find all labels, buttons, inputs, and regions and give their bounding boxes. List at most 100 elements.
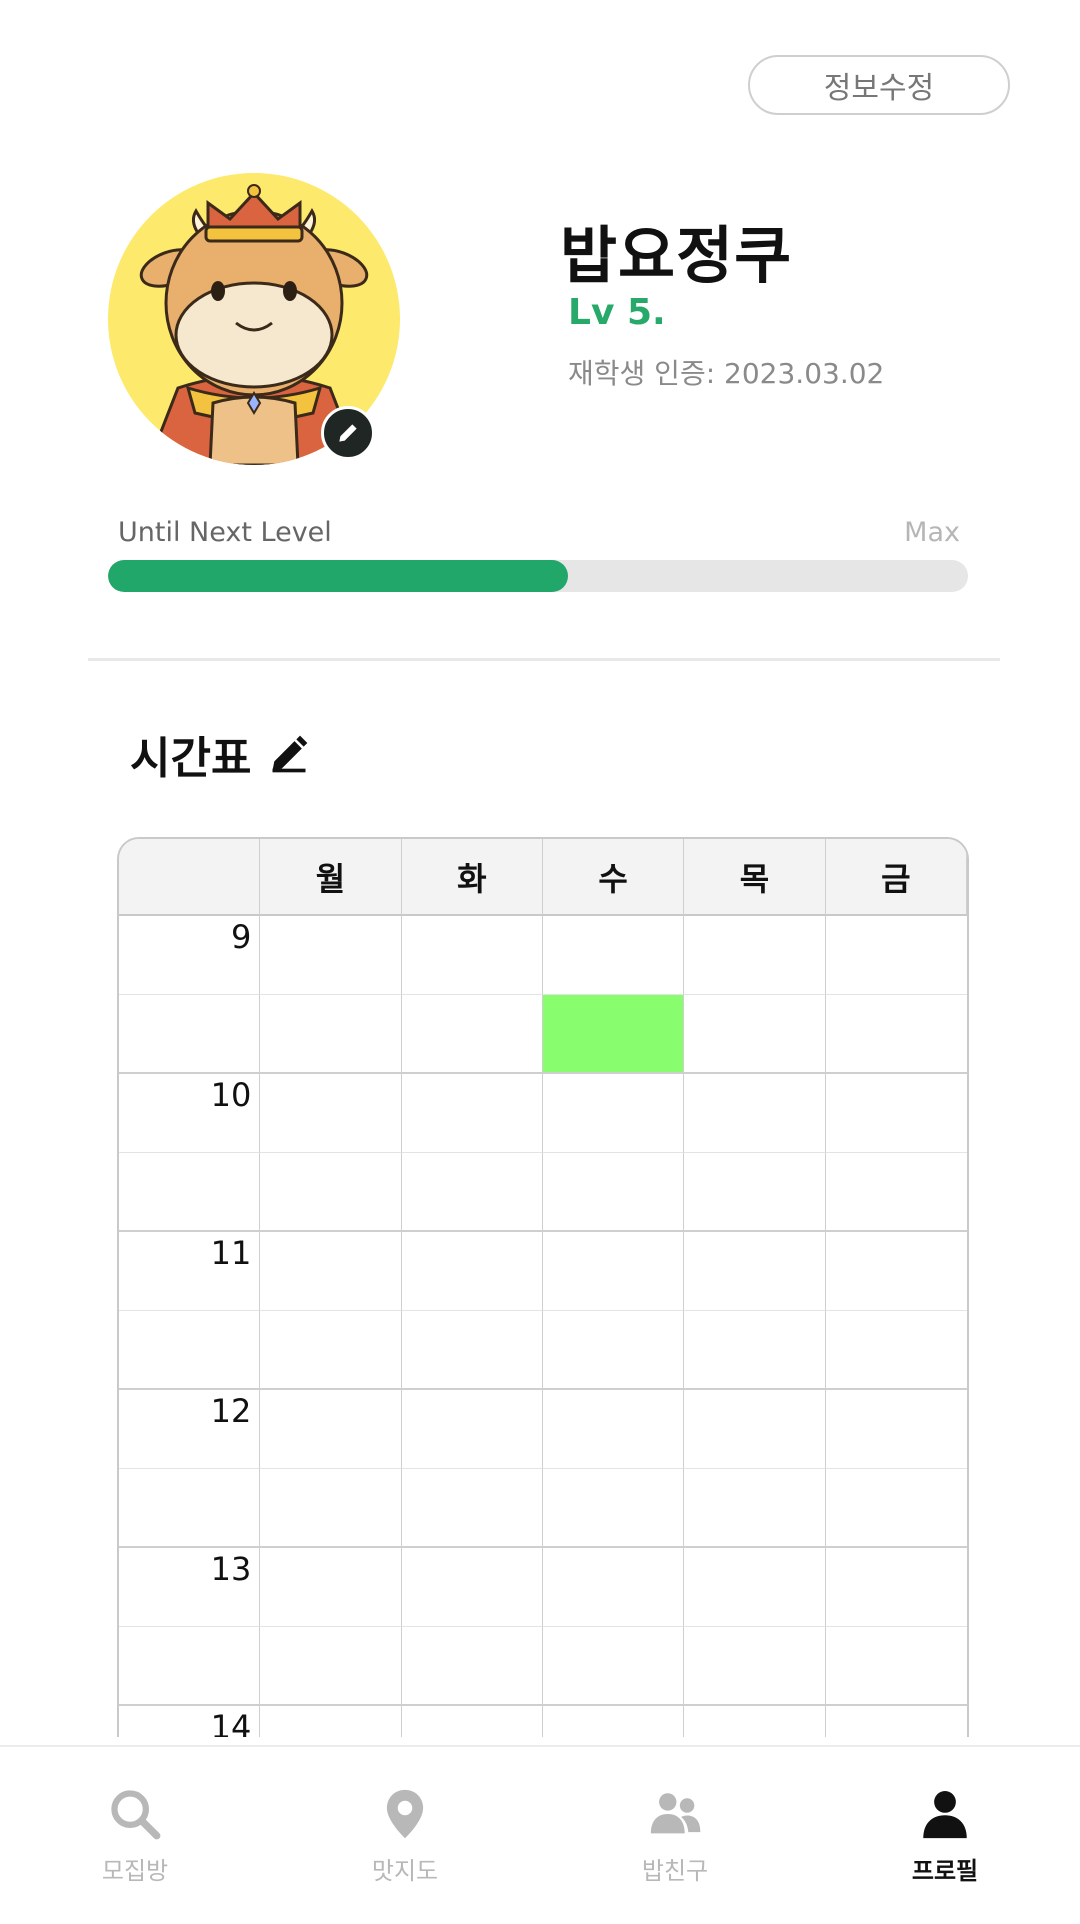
time-label-cell: 11: [119, 1232, 261, 1311]
timetable-slot[interactable]: [825, 1390, 967, 1469]
timetable-slot[interactable]: [542, 1232, 685, 1311]
section-divider: [88, 658, 1000, 661]
timetable-slot[interactable]: [542, 1390, 685, 1469]
timetable-slot[interactable]: [684, 1706, 826, 1737]
nav-label: 프로필: [911, 1857, 979, 1885]
hour-label: 12: [210, 1392, 252, 1430]
timetable-slot[interactable]: [260, 1548, 402, 1627]
day-header: 월: [260, 839, 402, 916]
timetable-slot[interactable]: [684, 1232, 826, 1311]
progress-max-label: Max: [904, 517, 960, 548]
time-label-cell: [119, 1627, 261, 1706]
timetable[interactable]: 월 화 수 목 금 9 10 11 12 13 14: [117, 837, 969, 1737]
timetable-slot[interactable]: [825, 1469, 967, 1548]
time-label-cell: [119, 1153, 261, 1232]
timetable-slot[interactable]: [825, 1627, 967, 1706]
timetable-slot[interactable]: [260, 1627, 402, 1706]
timetable-slot[interactable]: [401, 1390, 543, 1469]
timetable-grid: 월 화 수 목 금 9 10 11 12 13 14: [119, 839, 967, 1737]
timetable-corner: [119, 839, 261, 916]
timetable-slot[interactable]: [542, 1074, 685, 1153]
timetable-slot[interactable]: [825, 916, 967, 995]
level-progress-bar: [108, 560, 968, 592]
timetable-slot[interactable]: [260, 1153, 402, 1232]
timetable-slot[interactable]: [401, 1232, 543, 1311]
timetable-slot[interactable]: [825, 1311, 967, 1390]
timetable-slot[interactable]: [684, 1390, 826, 1469]
timetable-slot[interactable]: [260, 916, 402, 995]
search-icon: [111, 1790, 161, 1840]
timetable-slot[interactable]: [260, 1390, 402, 1469]
timetable-slot[interactable]: [401, 1074, 543, 1153]
timetable-slot[interactable]: [684, 1311, 826, 1390]
timetable-slot[interactable]: [825, 1153, 967, 1232]
avatar-edit-button[interactable]: [321, 406, 375, 460]
timetable-slot[interactable]: [542, 1311, 685, 1390]
timetable-slot[interactable]: [542, 1627, 685, 1706]
timetable-slot[interactable]: [401, 1548, 543, 1627]
timetable-slot[interactable]: [684, 1153, 826, 1232]
timetable-title: 시간표: [130, 733, 252, 784]
time-label-cell: [119, 1469, 261, 1548]
nav-item-profile[interactable]: 프로필: [810, 1747, 1080, 1924]
student-verification: 재학생 인증: 2023.03.02: [568, 357, 885, 390]
hour-label: 13: [210, 1550, 252, 1588]
timetable-slot[interactable]: [825, 1232, 967, 1311]
timetable-header: 시간표: [130, 722, 311, 786]
timetable-slot[interactable]: [825, 1074, 967, 1153]
user-level: Lv 5.: [568, 292, 666, 333]
timetable-slot[interactable]: [684, 1548, 826, 1627]
pencil-icon: [339, 424, 357, 442]
username: 밥요정쿠: [560, 219, 793, 292]
timetable-slot[interactable]: [401, 1469, 543, 1548]
timetable-slot[interactable]: [401, 1311, 543, 1390]
timetable-slot[interactable]: [825, 995, 967, 1074]
time-label-cell: 9: [119, 916, 261, 995]
time-label-cell: 12: [119, 1390, 261, 1469]
edit-timetable-icon[interactable]: [267, 732, 311, 776]
timetable-slot[interactable]: [542, 916, 685, 995]
nav-item-recruit[interactable]: 모집방: [0, 1747, 270, 1924]
time-label-cell: 14: [119, 1706, 261, 1737]
person-icon: [923, 1791, 967, 1839]
timetable-slot[interactable]: [260, 1074, 402, 1153]
timetable-slot[interactable]: [542, 1469, 685, 1548]
day-header: 수: [542, 839, 685, 916]
friends-icon: [650, 1793, 701, 1834]
nav-item-map[interactable]: 맛지도: [270, 1747, 540, 1924]
map-pin-icon: [386, 1789, 424, 1839]
timetable-slot[interactable]: [260, 1469, 402, 1548]
timetable-slot-filled[interactable]: [542, 995, 685, 1074]
day-header: 화: [401, 839, 543, 916]
timetable-slot[interactable]: [684, 1627, 826, 1706]
bottom-navigation: 모집방 맛지도 밥친구 프로필: [0, 1745, 1080, 1924]
timetable-slot[interactable]: [543, 1706, 685, 1737]
time-label-cell: 10: [119, 1074, 261, 1153]
timetable-slot[interactable]: [684, 995, 826, 1074]
day-header: 목: [684, 839, 826, 916]
nav-item-friends[interactable]: 밥친구: [540, 1747, 810, 1924]
timetable-slot[interactable]: [401, 1627, 543, 1706]
nav-label: 맛지도: [371, 1857, 439, 1885]
timetable-slot[interactable]: [260, 1706, 402, 1737]
time-label-cell: 13: [119, 1548, 261, 1627]
progress-label: Until Next Level: [118, 517, 332, 548]
timetable-slot[interactable]: [684, 916, 826, 995]
timetable-slot[interactable]: [542, 1548, 685, 1627]
timetable-slot[interactable]: [684, 1074, 826, 1153]
timetable-slot[interactable]: [260, 995, 402, 1074]
profile-avatar[interactable]: [108, 173, 400, 465]
timetable-slot[interactable]: [401, 995, 543, 1074]
level-progress-fill: [108, 560, 569, 592]
timetable-slot[interactable]: [825, 1548, 967, 1627]
timetable-slot[interactable]: [401, 1153, 543, 1232]
time-label-cell: [119, 995, 261, 1074]
timetable-slot[interactable]: [826, 1706, 967, 1737]
timetable-slot[interactable]: [542, 1153, 685, 1232]
edit-profile-button[interactable]: 정보수정: [748, 55, 1010, 115]
timetable-slot[interactable]: [684, 1469, 826, 1548]
timetable-slot[interactable]: [260, 1311, 402, 1390]
timetable-slot[interactable]: [401, 916, 543, 995]
timetable-slot[interactable]: [402, 1706, 543, 1737]
timetable-slot[interactable]: [260, 1232, 402, 1311]
